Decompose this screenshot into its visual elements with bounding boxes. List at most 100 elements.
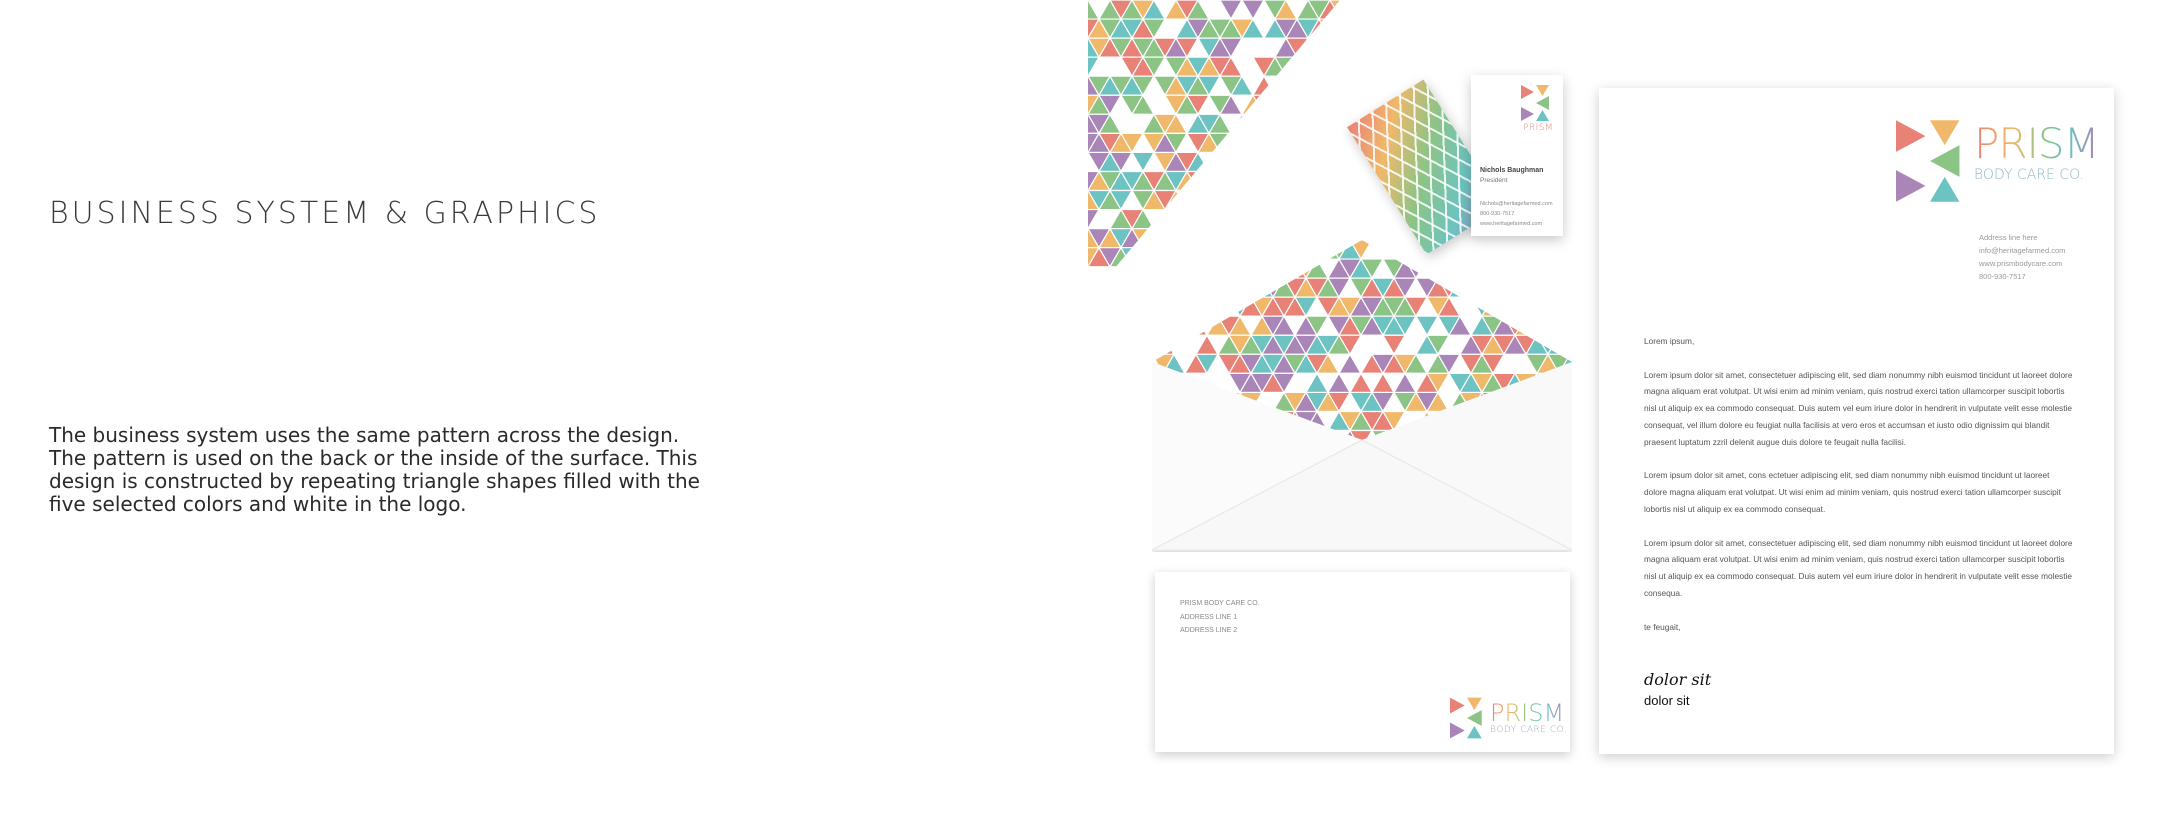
pattern-triangle: [1436, 240, 1462, 261]
pattern-triangle: [1284, 189, 1310, 211]
letter-closing: te feugait,: [1644, 621, 1681, 632]
pattern-triangle: [1260, 257, 1286, 279]
pattern-triangle: [1306, 75, 1332, 97]
description-text: The business system uses the same patter…: [49, 423, 700, 516]
pattern-triangle: [1306, 113, 1332, 135]
pattern-triangle: [1306, 94, 1332, 115]
pattern-triangle: [1251, 94, 1277, 116]
pattern-triangle: [1196, 189, 1222, 211]
pattern-triangle: [1328, 55, 1340, 77]
pattern-triangle: [1273, 94, 1299, 116]
pattern-triangle: [1513, 240, 1539, 260]
pattern-triangle: [1152, 240, 1176, 261]
prism-logo-icon: [1521, 85, 1549, 121]
pattern-triangle: [1273, 113, 1299, 134]
pattern-triangle: [1425, 258, 1451, 280]
pattern-triangle: [1425, 240, 1451, 260]
pattern-triangle: [1227, 276, 1253, 298]
pattern-triangle: [1568, 277, 1572, 299]
pattern-triangle: [1317, 189, 1340, 211]
pattern-triangle: [1183, 296, 1209, 318]
pattern-triangle: [1262, 151, 1288, 173]
pattern-triangle: [1216, 240, 1242, 261]
pattern-triangle: [1546, 295, 1572, 317]
card-email: Nichols@heritagefarmed.com: [1480, 201, 1553, 207]
letter-paragraph-1: Lorem ipsum dolor sit amet, consectetuer…: [1644, 369, 2073, 447]
pattern-triangle: [1295, 189, 1321, 211]
pattern-triangle: [1185, 189, 1211, 211]
pattern-triangle: [1557, 276, 1572, 298]
pattern-triangle: [1295, 132, 1321, 154]
pattern-triangle: [1194, 240, 1220, 261]
pattern-triangle: [1194, 257, 1220, 279]
pattern-triangle: [1524, 257, 1550, 279]
pattern-triangle: [1196, 170, 1222, 192]
pattern-triangle: [1295, 170, 1321, 192]
pattern-triangle: [1524, 315, 1550, 337]
pattern-triangle: [1260, 240, 1286, 261]
pattern-triangle: [1240, 132, 1266, 154]
pattern-triangle: [1557, 315, 1572, 336]
pattern-triangle: [1251, 170, 1277, 192]
pattern-triangle: [1284, 75, 1310, 97]
pattern-triangle: [1436, 257, 1462, 279]
pattern-triangle: [1524, 295, 1550, 317]
envelope-logo: PRISM BODY CARE CO.: [1450, 695, 1567, 741]
page-title: BUSINESS SYSTEM & GRAPHICS: [49, 196, 601, 231]
pattern-triangle: [1251, 208, 1277, 230]
letterhead-contact: Address line here info@heritagefarmed.co…: [1979, 231, 2065, 283]
pattern-triangle: [1240, 170, 1266, 192]
pattern-triangle: [1262, 113, 1288, 135]
pattern-triangle: [1502, 240, 1528, 261]
pattern-triangle: [1262, 94, 1288, 115]
pattern-triangle: [1218, 170, 1244, 192]
pattern-triangle: [1152, 296, 1165, 318]
envelope-return-line-1: PRISM BODY CARE CO.: [1180, 600, 1260, 607]
pattern-triangle: [1130, 246, 1156, 268]
letterhead-brand-tagline: BODY CARE CO.: [1974, 167, 2085, 183]
envelope-return-line-2: ADDRESS LINE 1: [1180, 613, 1238, 621]
pattern-triangle: [1513, 296, 1539, 318]
envelope-brand-name: PRISM: [1490, 701, 1567, 725]
pattern-triangle: [1284, 94, 1310, 115]
letter-paragraph-2: Lorem ipsum dolor sit amet, cons ectetue…: [1644, 470, 2061, 514]
pattern-triangle: [1251, 189, 1277, 211]
pattern-triangle: [1284, 170, 1310, 192]
pattern-triangle: [1447, 240, 1473, 260]
pattern-triangle: [1152, 277, 1176, 299]
pattern-triangle: [1216, 257, 1242, 279]
prism-logo-icon: [1896, 120, 1960, 202]
pattern-triangle: [1317, 170, 1340, 192]
pattern-triangle: [1161, 296, 1187, 318]
pattern-triangle: [1152, 334, 1176, 355]
pattern-triangle: [1524, 277, 1550, 299]
pattern-triangle: [1185, 170, 1211, 192]
pattern-triangle: [1524, 240, 1550, 261]
pattern-triangle: [1447, 276, 1473, 298]
pattern-triangle: [1152, 295, 1176, 317]
pattern-triangle: [1535, 315, 1561, 336]
pattern-triangle: [1207, 151, 1233, 173]
pattern-triangle: [1458, 240, 1484, 261]
pattern-triangle: [1295, 208, 1321, 230]
pattern-triangle: [1447, 258, 1473, 280]
pattern-triangle: [1317, 75, 1340, 96]
pattern-triangle: [1229, 208, 1255, 230]
pattern-triangle: [1185, 208, 1211, 230]
pattern-triangle: [1271, 258, 1297, 280]
pattern-triangle: [1535, 240, 1561, 260]
pattern-triangle: [1229, 170, 1255, 192]
pattern-triangle: [1183, 240, 1209, 260]
pattern-triangle: [1183, 315, 1209, 336]
pattern-triangle: [1480, 240, 1506, 261]
pattern-triangle: [1414, 257, 1440, 279]
pattern-triangle: [1172, 315, 1198, 337]
pattern-triangle: [1216, 295, 1242, 317]
pattern-triangle: [1249, 240, 1275, 260]
pattern-triangle: [1163, 208, 1189, 230]
pattern-triangle: [1306, 208, 1332, 230]
pattern-triangle: [1480, 295, 1506, 317]
pattern-triangle: [1207, 208, 1233, 230]
pattern-triangle: [1174, 189, 1200, 211]
card-person-name: Nichols Baughman: [1480, 167, 1544, 174]
